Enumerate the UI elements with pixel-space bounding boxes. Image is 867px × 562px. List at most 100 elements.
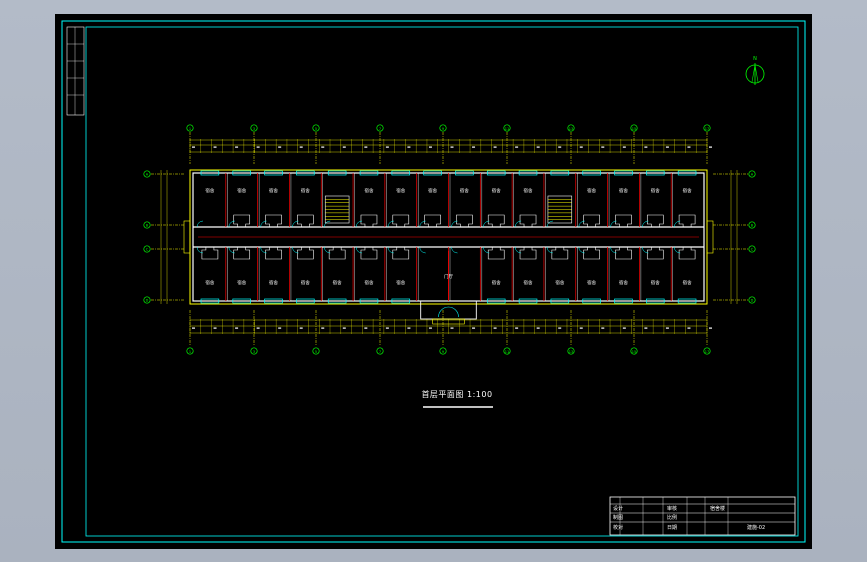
bathroom-top (519, 214, 537, 228)
binding-strip (66, 26, 85, 116)
room-label: 宿舍 (524, 279, 533, 286)
bathroom-top (487, 214, 505, 228)
bathroom-bottom (201, 246, 219, 260)
drawing-number: 建施-02 (747, 524, 765, 531)
dimension-text-mark (515, 327, 519, 329)
dimension-text-mark (558, 327, 562, 329)
axis-label-bottom: 5 (315, 350, 317, 354)
axis-label-top: 11 (505, 127, 509, 131)
title-block-cell: 审核 (667, 505, 677, 512)
room-label: 宿舍 (555, 279, 564, 286)
room-label: 宿舍 (651, 187, 660, 194)
room-label: 宿舍 (333, 279, 342, 286)
dimension-text-mark (428, 327, 432, 329)
dimension-text-mark (665, 146, 669, 148)
axis-label-top: 7 (379, 127, 381, 131)
dimension-text-mark (235, 327, 239, 329)
bathroom-bottom (328, 246, 346, 260)
floor-plan: 宿舍宿舍宿舍宿舍宿舍宿舍宿舍宿舍 宿舍宿舍宿舍宿舍宿舍宿舍 宿舍 宿舍宿舍宿舍宿舍 宿舍… (183, 169, 714, 325)
bathroom-bottom (551, 246, 569, 260)
dimension-text-mark (321, 327, 325, 329)
axis-label-right: A (751, 173, 754, 177)
axis-label-bottom: 17 (705, 350, 709, 354)
room-label: 宿舍 (364, 187, 373, 194)
axis-label-bottom: 3 (253, 350, 255, 354)
room-label: 宿舍 (587, 187, 596, 194)
north-label: N (753, 56, 757, 62)
dimension-text-mark (558, 146, 562, 148)
outer-frame (61, 20, 806, 543)
bathroom-top (233, 214, 251, 228)
dimension-text-mark (644, 327, 648, 329)
axis-label-top: 15 (632, 127, 636, 131)
room-label: 宿舍 (205, 187, 214, 194)
dimension-text-mark (536, 146, 540, 148)
room-label: 宿舍 (396, 279, 405, 286)
axis-label-left: A (146, 173, 149, 177)
axis-label-left: B (146, 224, 149, 228)
entrance-door-swing (438, 306, 459, 318)
room-label: 宿舍 (524, 187, 533, 194)
axis-label-right: B (751, 224, 754, 228)
dimension-text-mark (428, 146, 432, 148)
bathroom-bottom (678, 246, 696, 260)
bathroom-top (456, 214, 473, 228)
room-label: 宿舍 (364, 279, 373, 286)
dimension-text-mark (450, 146, 454, 148)
dimension-lines (160, 139, 738, 334)
title-block-cell: 宿舍楼 (710, 505, 725, 512)
bathroom-top (265, 214, 282, 228)
dimension-text-mark (601, 327, 605, 329)
end-door-landing (706, 220, 714, 254)
bathroom-bottom (487, 246, 505, 260)
room-label: 宿舍 (269, 187, 278, 194)
axis-label-top: 13 (569, 127, 573, 131)
dimension-text-mark (256, 327, 260, 329)
axis-label-right: C (751, 248, 754, 252)
bathroom-bottom (583, 246, 600, 260)
room-label: 宿舍 (651, 279, 660, 286)
bathroom-bottom (265, 246, 282, 260)
axis-label-top: 17 (705, 127, 709, 131)
bathroom-bottom (297, 246, 314, 260)
floor-plan-drawing: N 11335577991111131315151717A AB BC CD D 宿舍宿… (61, 20, 806, 543)
dimension-text-mark (601, 146, 605, 148)
title-block-cell: 日期 (667, 525, 677, 531)
bathroom-bottom (360, 246, 378, 260)
axis-label-bottom: 15 (632, 350, 636, 354)
title-block-cell: 设计 (613, 505, 623, 512)
room-label: 宿舍 (587, 279, 596, 286)
room-label: 宿舍 (428, 187, 437, 194)
dimension-text-mark (644, 146, 648, 148)
dimension-text-mark (450, 327, 454, 329)
dimension-text-mark (687, 327, 691, 329)
bathroom-bottom (519, 246, 537, 260)
title-block-cell: 制图 (613, 514, 623, 521)
dimension-text-mark (709, 327, 712, 329)
axis-label-bottom: 9 (442, 350, 444, 354)
dimension-text-mark (515, 146, 519, 148)
room-label: 宿舍 (301, 187, 310, 194)
door-swing-bottom (419, 246, 426, 254)
bathroom-top (678, 214, 696, 228)
dimension-text-mark (472, 327, 476, 329)
axis-label-top: 5 (315, 127, 317, 131)
title-block-cell: 校对 (613, 524, 623, 531)
bathroom-top (646, 214, 664, 228)
door-swing-top (196, 220, 204, 228)
room-label: 宿舍 (396, 187, 405, 194)
dimension-text-mark (364, 327, 368, 329)
dimension-text-mark (493, 146, 497, 148)
axis-label-bottom: 1 (189, 350, 191, 354)
room-label: 宿舍 (492, 279, 501, 286)
dimension-text-mark (472, 146, 476, 148)
bathroom-bottom (392, 246, 410, 260)
bathroom-top (424, 214, 441, 228)
door-swing-bottom (451, 246, 458, 254)
dimension-text-mark (579, 146, 583, 148)
room-label: 宿舍 (683, 279, 692, 286)
room-label: 宿舍 (269, 279, 278, 286)
dimension-text-mark (278, 146, 282, 148)
dimension-text-mark (687, 146, 691, 148)
room-label: 宿舍 (237, 279, 246, 286)
